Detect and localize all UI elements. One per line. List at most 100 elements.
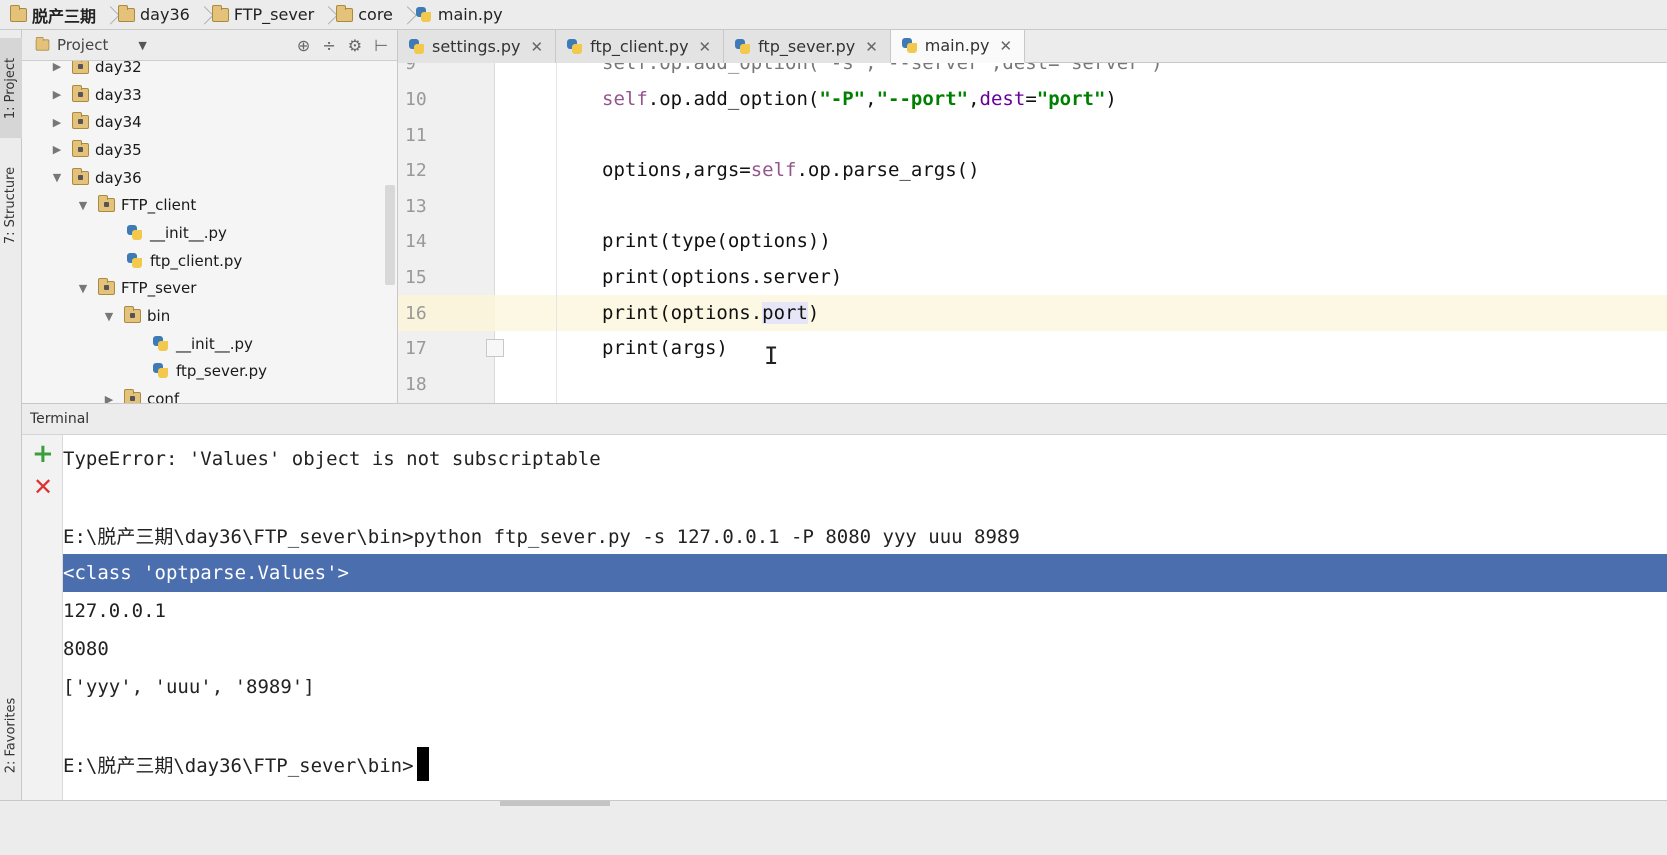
text-cursor-icon: I (764, 342, 779, 370)
breadcrumb-item-core[interactable]: core (332, 0, 401, 30)
breadcrumb-item-ftp-sever[interactable]: FTP_sever (208, 0, 322, 30)
status-bar (0, 800, 1667, 855)
line-number: 10 (405, 89, 427, 110)
python-file-icon (152, 335, 170, 353)
breadcrumb-separator (198, 0, 208, 30)
editor-tab-bar: settings.py ✕ ftp_client.py ✕ ftp_sever.… (398, 30, 1667, 63)
close-icon[interactable]: ✕ (699, 38, 712, 56)
line-number: 9 (405, 63, 416, 74)
terminal-title: Terminal (30, 411, 90, 427)
expand-arrow-icon[interactable]: ▶ (50, 116, 64, 129)
collapse-arrow-icon[interactable]: ▼ (50, 171, 64, 184)
tree-item[interactable]: ftp_client.py (22, 247, 397, 275)
collapse-arrow-icon[interactable]: ▼ (102, 310, 116, 323)
expand-arrow-icon[interactable]: ▶ (50, 88, 64, 101)
breadcrumb-item-root[interactable]: 脱产三期 (6, 0, 104, 30)
tree-item[interactable]: ▼ FTP_sever (22, 275, 397, 303)
collapse-arrow-icon[interactable]: ▼ (76, 282, 90, 295)
collapse-all-icon[interactable]: ÷ (322, 36, 335, 55)
project-panel: ▶ day32 ▶ day33 ▶ day34 ▶ day35 ▼ day36 … (22, 30, 398, 403)
tree-item[interactable]: ftp_sever.py (22, 358, 397, 386)
tree-item[interactable]: ▼ FTP_client (22, 191, 397, 219)
gear-icon[interactable]: ⚙ (348, 36, 362, 55)
python-file-icon (734, 38, 752, 56)
tree-item[interactable]: ▶ day33 (22, 81, 397, 109)
tree-item[interactable]: ▼ bin (22, 302, 397, 330)
folder-icon (98, 195, 115, 213)
expand-arrow-icon[interactable]: ▶ (102, 393, 116, 403)
close-session-icon[interactable]: ✕ (33, 475, 53, 499)
close-icon[interactable]: ✕ (865, 38, 878, 56)
code-line-17: print(args) (602, 337, 728, 359)
python-file-icon (152, 362, 170, 380)
tree-item[interactable]: ▶ day34 (22, 108, 397, 136)
code-line-15: print(options.server) (602, 266, 843, 288)
favorites-tool-tab[interactable]: 2: Favorites (0, 680, 22, 790)
folder-icon (98, 278, 115, 296)
folder-icon (72, 139, 89, 157)
hide-panel-icon[interactable]: ⊢ (374, 36, 388, 55)
terminal-output[interactable]: TypeError: 'Values' object is not subscr… (63, 435, 1667, 800)
breadcrumb-separator (322, 0, 332, 30)
tab-settings-py[interactable]: settings.py ✕ (398, 30, 557, 63)
line-number: 18 (405, 374, 427, 395)
folder-icon (72, 56, 89, 74)
folder-icon (72, 112, 89, 130)
new-session-icon[interactable]: + (32, 441, 54, 467)
locate-file-icon[interactable]: ⊕ (297, 36, 310, 55)
breadcrumb-item-main-py[interactable]: main.py (411, 0, 511, 30)
terminal-toolbar: + ✕ (22, 435, 63, 800)
terminal-prompt: E:\脱产三期\day36\FTP_sever\bin> (63, 754, 414, 777)
structure-tool-tab[interactable]: 7: Structure (0, 150, 22, 260)
close-icon[interactable]: ✕ (999, 37, 1012, 55)
code-line-16: print(options.port) (602, 302, 820, 324)
python-file-icon (126, 252, 144, 270)
terminal-line: E:\脱产三期\day36\FTP_sever\bin>python ftp_s… (63, 525, 1020, 548)
tab-ftp-sever-py[interactable]: ftp_sever.py ✕ (724, 30, 891, 63)
folder-icon (211, 4, 229, 22)
terminal-header: Terminal (22, 403, 1667, 435)
expand-arrow-icon[interactable]: ▶ (50, 60, 64, 73)
indent-guide (556, 63, 557, 403)
python-file-icon (126, 224, 144, 242)
line-number: 11 (405, 125, 427, 146)
selected-word: port (762, 302, 808, 324)
tree-item[interactable]: ▶ conf (22, 385, 397, 403)
tree-item[interactable]: __init__.py (22, 219, 397, 247)
line-number: 13 (405, 196, 427, 217)
close-icon[interactable]: ✕ (531, 38, 544, 56)
breadcrumb-separator (104, 0, 114, 30)
project-tool-tab[interactable]: 1: Project (0, 38, 22, 138)
tree-item[interactable]: __init__.py (22, 330, 397, 358)
horizontal-scrollbar[interactable] (500, 801, 610, 806)
python-file-icon (901, 37, 919, 55)
python-file-icon (408, 38, 426, 56)
navigation-bar: 脱产三期 day36 FTP_sever core main.py (0, 0, 1667, 30)
code-line-14: print(type(options)) (602, 230, 831, 252)
code-editor[interactable]: 9 10 11 12 13 14 15 16 17 18 self.op.add… (398, 63, 1667, 403)
tree-item[interactable]: ▶ day35 (22, 136, 397, 164)
fold-marker-icon[interactable] (486, 339, 504, 357)
tab-ftp-client-py[interactable]: ftp_client.py ✕ (556, 30, 725, 63)
folder-icon (124, 389, 141, 403)
terminal-cursor (416, 747, 429, 781)
code-line-12: options,args=self.op.parse_args() (602, 159, 980, 181)
tree-scrollbar[interactable] (385, 185, 395, 285)
python-file-icon (415, 6, 433, 24)
code-line-10: self.op.add_option("-P","--port",dest="p… (602, 88, 1117, 110)
folder-icon (72, 84, 89, 102)
tab-main-py[interactable]: main.py ✕ (890, 30, 1026, 63)
project-view-selector[interactable]: Project (57, 36, 108, 54)
terminal-line: 127.0.0.1 (63, 600, 166, 622)
chevron-down-icon[interactable]: ▼ (138, 39, 146, 52)
folder-icon (118, 4, 136, 22)
expand-arrow-icon[interactable]: ▶ (50, 143, 64, 156)
collapse-arrow-icon[interactable]: ▼ (76, 199, 90, 212)
folder-icon (124, 306, 141, 324)
breadcrumb-item-day36[interactable]: day36 (114, 0, 198, 30)
code-line-9: self.op.add_option("-s","--server",dest=… (602, 63, 1163, 74)
project-panel-header: Project ▼ ⊕ ÷ ⚙ ⊢ (22, 30, 397, 61)
tree-item[interactable]: ▼ day36 (22, 164, 397, 192)
line-number: 15 (405, 267, 427, 288)
project-panel-toolbar: ⊕ ÷ ⚙ ⊢ (297, 30, 388, 61)
